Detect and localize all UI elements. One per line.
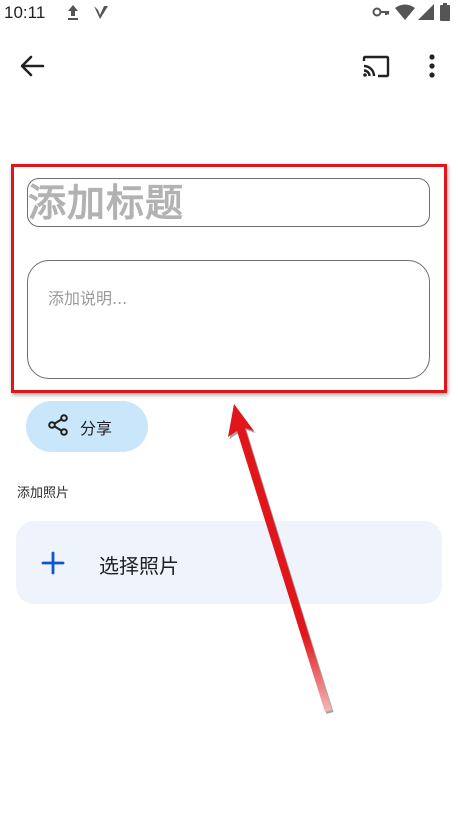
description-placeholder: 添加说明... [48, 289, 128, 308]
signal-icon [418, 4, 434, 24]
vpn-key-icon [372, 4, 390, 23]
cast-button[interactable] [356, 48, 396, 88]
wifi-icon [395, 4, 415, 24]
app-bar [0, 40, 458, 96]
battery-icon [440, 3, 450, 25]
more-vert-icon [428, 54, 436, 82]
back-arrow-icon [19, 54, 45, 82]
share-icon [48, 413, 68, 440]
cast-icon [361, 54, 391, 82]
share-button[interactable]: 分享 [26, 401, 148, 452]
status-bar: 10:11 [0, 0, 458, 28]
more-options-button[interactable] [412, 48, 452, 88]
status-time: 10:11 [4, 3, 46, 22]
select-photos-label: 选择照片 [99, 554, 179, 578]
description-input[interactable]: 添加说明... [27, 260, 430, 379]
title-placeholder: 添加标题 [28, 181, 185, 225]
select-photos-button[interactable]: 选择照片 [16, 521, 442, 604]
plus-icon [41, 551, 65, 579]
upload-icon [66, 3, 80, 25]
check-v-icon [92, 3, 110, 25]
share-label: 分享 [80, 418, 113, 438]
title-input[interactable]: 添加标题 [27, 178, 430, 227]
back-button[interactable] [12, 48, 52, 88]
add-photos-heading: 添加照片 [17, 486, 70, 501]
